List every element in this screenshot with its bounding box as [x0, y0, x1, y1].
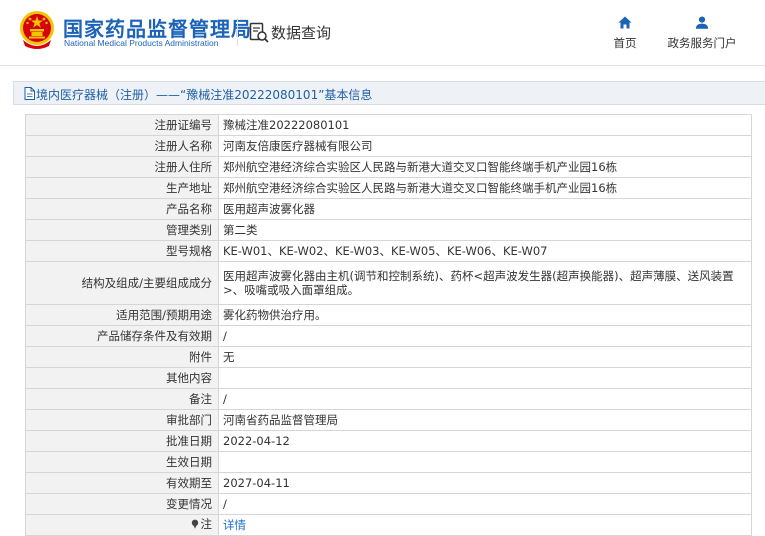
row-label-note: 注 — [25, 514, 219, 536]
row-value: 郑州航空港经济综合实验区人民路与新港大道交叉口智能终端手机产业园16栋 — [218, 177, 752, 199]
row-value — [218, 451, 752, 473]
row-value: 河南友倍康医疗器械有限公司 — [218, 135, 752, 157]
row-label: 型号规格 — [25, 240, 219, 262]
row-value: 豫械注准20222080101 — [218, 114, 752, 136]
data-query-icon[interactable] — [249, 22, 269, 44]
table-row: 产品储存条件及有效期 / — [25, 325, 752, 347]
table-row: 适用范围/预期用途 雾化药物供治疗用。 — [25, 304, 752, 326]
row-value: 2022-04-12 — [218, 430, 752, 452]
row-label: 审批部门 — [25, 409, 219, 431]
table-row: 产品名称 医用超声波雾化器 — [25, 198, 752, 220]
table-row: 结构及组成/主要组成成分 医用超声波雾化器由主机(调节和控制系统)、药杯<超声波… — [25, 261, 752, 305]
row-label: 结构及组成/主要组成成分 — [25, 261, 219, 305]
row-value: 雾化药物供治疗用。 — [218, 304, 752, 326]
row-label: 批准日期 — [25, 430, 219, 452]
row-value: 医用超声波雾化器 — [218, 198, 752, 220]
row-label: 其他内容 — [25, 367, 219, 389]
table-row: 批准日期 2022-04-12 — [25, 430, 752, 452]
breadcrumb-text: 境内医疗器械（注册）——“豫械注准20222080101”基本信息 — [36, 88, 373, 102]
row-value: 第二类 — [218, 219, 752, 241]
nav-service-label: 政务服务门户 — [667, 36, 737, 50]
row-label: 附件 — [25, 346, 219, 368]
row-value: / — [218, 325, 752, 347]
detail-table: 注册证编号 豫械注准20222080101 注册人名称 河南友倍康医疗器械有限公… — [25, 114, 752, 536]
table-row: 变更情况 / — [25, 493, 752, 515]
row-value — [218, 367, 752, 389]
document-icon — [24, 87, 35, 100]
table-row: 注 详情 — [25, 514, 752, 536]
site-title-en[interactable]: National Medical Products Administration — [64, 38, 219, 48]
row-label: 变更情况 — [25, 493, 219, 515]
table-row: 附件 无 — [25, 346, 752, 368]
table-row: 生效日期 — [25, 451, 752, 473]
national-emblem-icon[interactable] — [19, 10, 55, 50]
user-icon — [695, 16, 709, 29]
table-row: 生产地址 郑州航空港经济综合实验区人民路与新港大道交叉口智能终端手机产业园16栋 — [25, 177, 752, 199]
row-value: / — [218, 493, 752, 515]
pin-icon — [191, 519, 198, 530]
header-divider — [237, 18, 238, 46]
row-label: 注册人住所 — [25, 156, 219, 178]
table-row: 审批部门 河南省药品监督管理局 — [25, 409, 752, 431]
nav-home-label: 首页 — [613, 36, 637, 50]
row-value: KE-W01、KE-W02、KE-W03、KE-W05、KE-W06、KE-W0… — [218, 240, 752, 262]
table-row: 备注 / — [25, 388, 752, 410]
breadcrumb: 境内医疗器械（注册）——“豫械注准20222080101”基本信息 — [13, 81, 765, 105]
row-label: 有效期至 — [25, 472, 219, 494]
row-label: 注册人名称 — [25, 135, 219, 157]
row-value: 无 — [218, 346, 752, 368]
row-label: 产品名称 — [25, 198, 219, 220]
details-link[interactable]: 详情 — [223, 518, 246, 532]
row-value: 河南省药品监督管理局 — [218, 409, 752, 431]
home-icon — [618, 16, 632, 29]
row-value: 2027-04-11 — [218, 472, 752, 494]
table-row: 注册人名称 河南友倍康医疗器械有限公司 — [25, 135, 752, 157]
row-label: 生产地址 — [25, 177, 219, 199]
note-label-text: 注 — [200, 516, 213, 531]
row-value: 郑州航空港经济综合实验区人民路与新港大道交叉口智能终端手机产业园16栋 — [218, 156, 752, 178]
nav-service-portal[interactable]: 政务服务门户 — [660, 16, 744, 51]
row-value: 医用超声波雾化器由主机(调节和控制系统)、药杯<超声波发生器(超声换能器)、超声… — [218, 261, 752, 305]
table-row: 注册证编号 豫械注准20222080101 — [25, 114, 752, 136]
row-value: 详情 — [218, 514, 752, 536]
row-label: 注册证编号 — [25, 114, 219, 136]
table-row: 型号规格 KE-W01、KE-W02、KE-W03、KE-W05、KE-W06、… — [25, 240, 752, 262]
table-row: 注册人住所 郑州航空港经济综合实验区人民路与新港大道交叉口智能终端手机产业园16… — [25, 156, 752, 178]
nav-home[interactable]: 首页 — [606, 16, 644, 51]
row-value: / — [218, 388, 752, 410]
row-label: 产品储存条件及有效期 — [25, 325, 219, 347]
table-row: 管理类别 第二类 — [25, 219, 752, 241]
site-header: 国家药品监督管理局 National Medical Products Admi… — [0, 0, 765, 66]
table-row: 其他内容 — [25, 367, 752, 389]
row-label: 生效日期 — [25, 451, 219, 473]
row-label: 管理类别 — [25, 219, 219, 241]
row-label: 备注 — [25, 388, 219, 410]
row-label: 适用范围/预期用途 — [25, 304, 219, 326]
table-row: 有效期至 2027-04-11 — [25, 472, 752, 494]
data-query-label[interactable]: 数据查询 — [271, 22, 331, 43]
